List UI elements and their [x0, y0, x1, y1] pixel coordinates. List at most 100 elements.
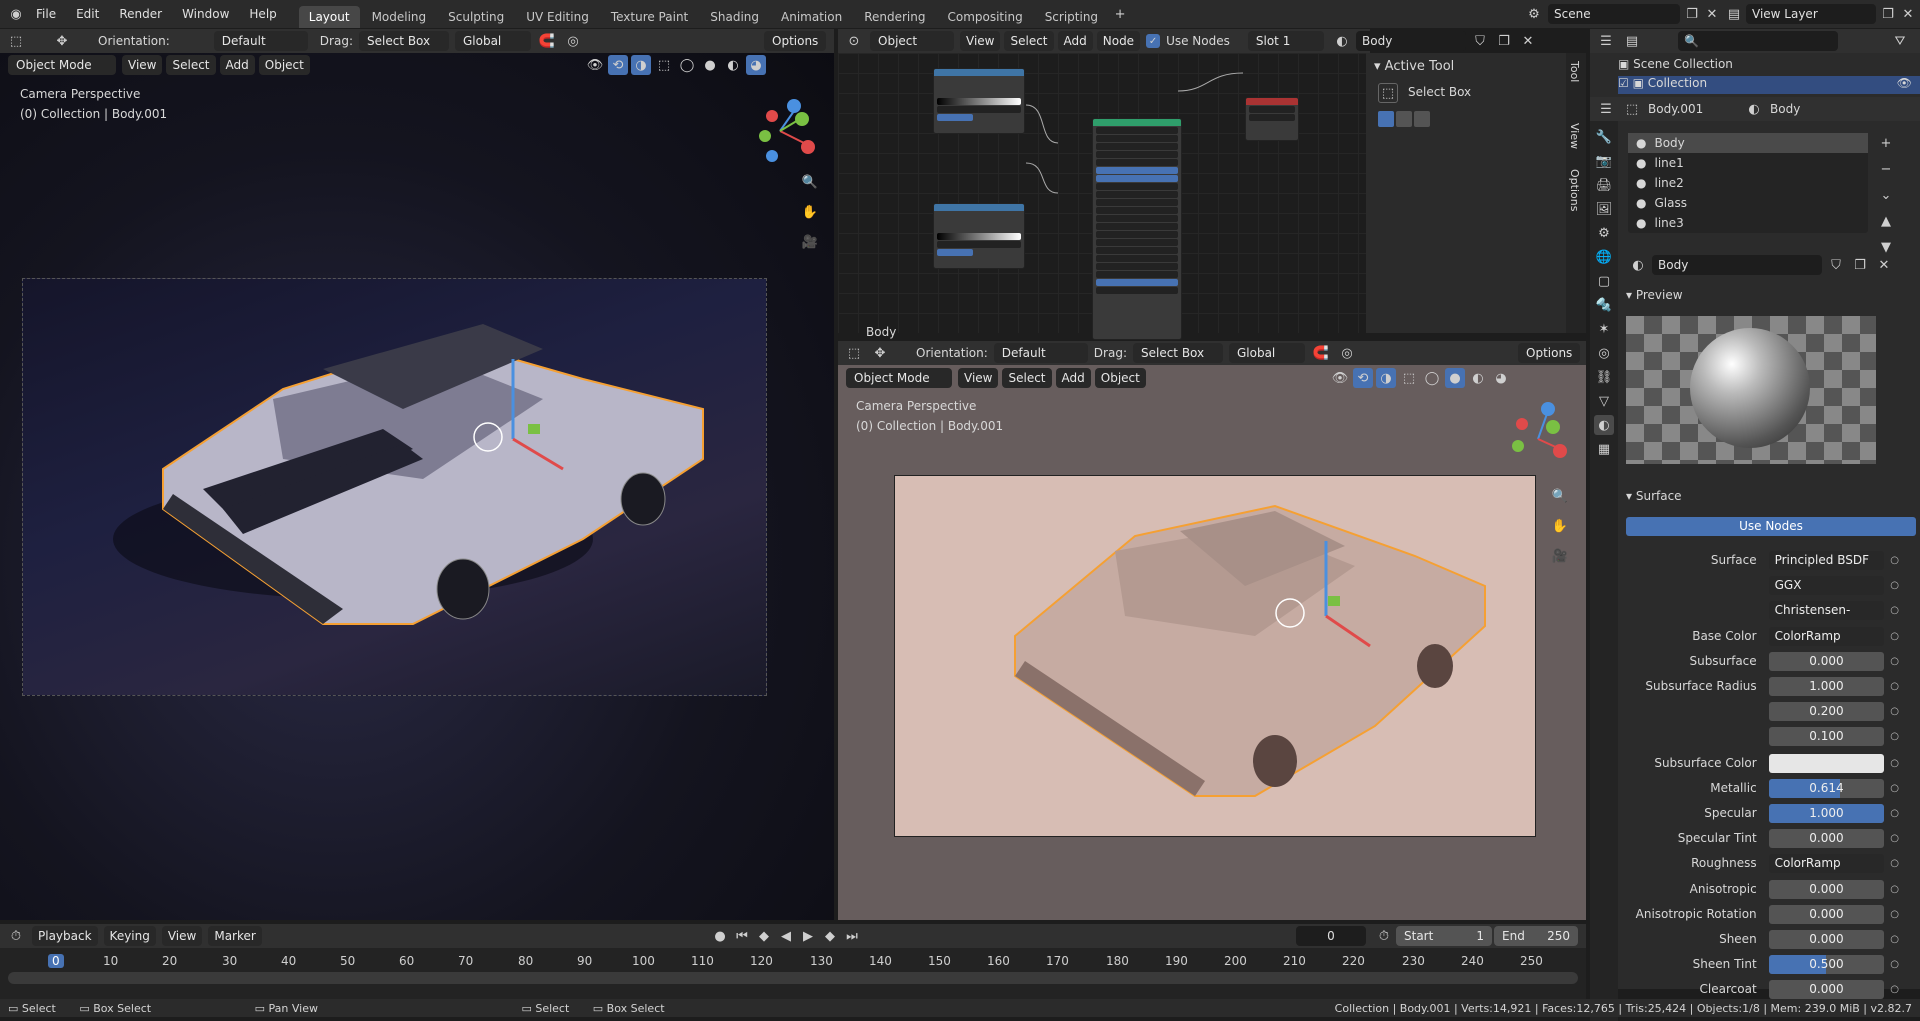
- menu-render[interactable]: Render: [109, 0, 172, 28]
- transform-orientation-dropdown[interactable]: Global: [1228, 343, 1305, 363]
- right_viewport-menu-add[interactable]: Add: [1055, 368, 1091, 388]
- transform-icon[interactable]: ✥: [52, 31, 72, 51]
- keyframe-dot-icon[interactable]: ○: [1890, 909, 1900, 920]
- material-tab-icon[interactable]: ◐: [1594, 415, 1614, 435]
- gizmo-icon[interactable]: ⟲: [608, 55, 628, 75]
- select-extend-icon[interactable]: [1396, 111, 1412, 127]
- tab-rendering[interactable]: Rendering: [854, 6, 935, 28]
- select-subtract-icon[interactable]: [1414, 111, 1430, 127]
- use-nodes-button[interactable]: Use Nodes: [1626, 517, 1916, 536]
- timeline-menu-playback[interactable]: Playback: [32, 926, 98, 946]
- prop-value[interactable]: 0.000: [1768, 904, 1885, 924]
- material-slot-item[interactable]: ● line3: [1628, 213, 1868, 233]
- fake-user-icon[interactable]: ⛉: [1826, 255, 1846, 275]
- preview-section-header[interactable]: ▾ Preview: [1626, 288, 1683, 302]
- colorramp-node-1[interactable]: [933, 68, 1025, 134]
- slot-menu-icon[interactable]: ⌄: [1876, 185, 1896, 205]
- proportional-icon[interactable]: ◎: [563, 31, 583, 51]
- prop-value[interactable]: 0.000: [1768, 979, 1885, 999]
- menu-edit[interactable]: Edit: [66, 0, 109, 28]
- shader-type-dropdown[interactable]: Object: [870, 31, 954, 51]
- scene-field[interactable]: Scene: [1548, 4, 1680, 24]
- solid-shading-icon[interactable]: ●: [700, 55, 720, 75]
- prop-value[interactable]: GGX: [1768, 575, 1885, 595]
- tab-shading[interactable]: Shading: [700, 6, 769, 28]
- keyframe-dot-icon[interactable]: ○: [1890, 833, 1900, 844]
- right_viewport-menu-select[interactable]: Select: [1002, 368, 1052, 388]
- filter-icon[interactable]: ⛛: [1890, 31, 1910, 51]
- tab-compositing[interactable]: Compositing: [937, 6, 1032, 28]
- start-frame-field[interactable]: Start 1: [1396, 926, 1492, 946]
- keyframe-dot-icon[interactable]: ○: [1890, 580, 1900, 591]
- menu-help[interactable]: Help: [239, 0, 286, 28]
- object-tab-icon[interactable]: ▢: [1594, 271, 1614, 291]
- fake-user-icon[interactable]: ⛉: [1470, 31, 1490, 51]
- prop-value[interactable]: ColorRamp: [1768, 853, 1885, 873]
- principled-bsdf-node[interactable]: [1092, 118, 1182, 340]
- delete-scene-icon[interactable]: ✕: [1702, 4, 1722, 24]
- material-shading-icon[interactable]: ◐: [723, 55, 743, 75]
- node_editor-menu-view[interactable]: View: [960, 31, 1001, 51]
- prop-value[interactable]: 0.200: [1768, 701, 1885, 721]
- menu-window[interactable]: Window: [172, 0, 239, 28]
- left_viewport-menu-add[interactable]: Add: [219, 55, 255, 75]
- output-tab-icon[interactable]: 🖨: [1594, 175, 1614, 195]
- material-slot-list[interactable]: ● Body ● line1 ● line2 ● Glass ● line3: [1628, 133, 1868, 233]
- render-tab-icon[interactable]: 📷: [1594, 151, 1614, 171]
- keyframe-dot-icon[interactable]: ○: [1890, 959, 1900, 970]
- xray-icon[interactable]: ⬚: [1399, 368, 1419, 388]
- duplicate-material-icon[interactable]: ❐: [1494, 31, 1514, 51]
- unlink-material-icon[interactable]: ✕: [1518, 31, 1538, 51]
- add-slot-icon[interactable]: +: [1876, 133, 1896, 153]
- overlay-icon[interactable]: ◑: [1376, 368, 1396, 388]
- material-name-field[interactable]: Body: [1652, 255, 1822, 275]
- snap-icon[interactable]: 🧲: [1311, 343, 1331, 363]
- tab-texture-paint[interactable]: Texture Paint: [601, 6, 698, 28]
- orientation-dropdown[interactable]: Default: [993, 343, 1088, 363]
- world-tab-icon[interactable]: 🌐: [1594, 247, 1614, 267]
- material-field[interactable]: Body: [1356, 31, 1466, 51]
- outliner-type-icon[interactable]: ☰: [1596, 31, 1616, 51]
- add-workspace-icon[interactable]: +: [1110, 4, 1130, 24]
- keyframe-dot-icon[interactable]: ○: [1890, 758, 1900, 769]
- tab-animation[interactable]: Animation: [771, 6, 852, 28]
- node_editor-menu-select[interactable]: Select: [1004, 31, 1054, 51]
- prop-value[interactable]: 0.000: [1768, 929, 1885, 949]
- prop-value[interactable]: 0.614: [1768, 778, 1885, 798]
- timeline-type-icon[interactable]: ⏱: [6, 926, 26, 946]
- play-reverse-icon[interactable]: ◀: [776, 926, 796, 946]
- prop-value[interactable]: 0.000: [1768, 879, 1885, 899]
- right-3d-viewport[interactable]: ⬚ ✥ Orientation: Default Drag: Select Bo…: [838, 341, 1586, 920]
- menu-file[interactable]: File: [26, 0, 66, 28]
- snap-icon[interactable]: 🧲: [537, 31, 557, 51]
- mode-dropdown[interactable]: Object Mode: [846, 368, 952, 388]
- tool-tab-icon[interactable]: 🔧: [1594, 127, 1614, 147]
- view-layer-field[interactable]: View Layer: [1746, 4, 1876, 24]
- timeline-menu-marker[interactable]: Marker: [208, 926, 262, 946]
- camera-icon[interactable]: 🎥: [1550, 546, 1570, 566]
- gizmo-icon[interactable]: ⟲: [1353, 368, 1373, 388]
- zoom-icon[interactable]: 🔍: [800, 172, 820, 192]
- jump-start-icon[interactable]: ⏮: [732, 926, 752, 946]
- tab-sculpting[interactable]: Sculpting: [438, 6, 514, 28]
- keyframe-dot-icon[interactable]: ○: [1890, 681, 1900, 692]
- eye-icon[interactable]: 👁: [1897, 76, 1912, 90]
- timeline-menu-keying[interactable]: Keying: [103, 926, 156, 946]
- duplicate-icon[interactable]: ❐: [1850, 255, 1870, 275]
- display-mode-icon[interactable]: ▤: [1622, 31, 1642, 51]
- left_viewport-menu-view[interactable]: View: [122, 55, 163, 75]
- constraints-tab-icon[interactable]: ⛓: [1594, 367, 1614, 387]
- material-shading-icon[interactable]: ◐: [1468, 368, 1488, 388]
- scene-icon[interactable]: ⚙: [1524, 4, 1544, 24]
- keyframe-dot-icon[interactable]: ○: [1890, 984, 1900, 995]
- zoom-icon[interactable]: 🔍: [1550, 486, 1570, 506]
- keyframe-dot-icon[interactable]: ○: [1890, 783, 1900, 794]
- slot-dropdown[interactable]: Slot 1: [1247, 31, 1324, 51]
- tab-layout[interactable]: Layout: [298, 6, 360, 28]
- scene-collection-item[interactable]: ▣ Scene Collection: [1618, 57, 1733, 71]
- properties-type-icon[interactable]: ☰: [1596, 99, 1616, 119]
- physics-tab-icon[interactable]: ◎: [1594, 343, 1614, 363]
- next-key-icon[interactable]: ◆: [820, 926, 840, 946]
- right_viewport-menu-view[interactable]: View: [958, 368, 999, 388]
- pan-hand-icon[interactable]: ✋: [1550, 516, 1570, 536]
